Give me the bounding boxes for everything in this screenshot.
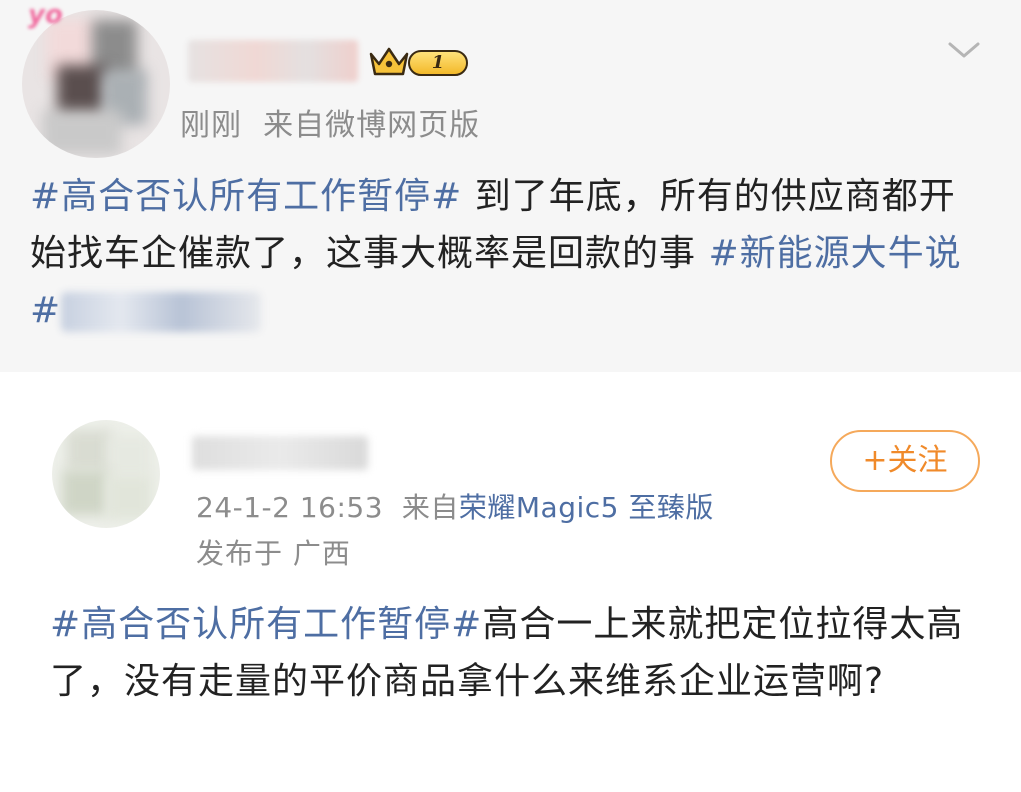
post-time: 刚刚 — [180, 108, 242, 143]
avatar-frame-logo: yo — [28, 0, 63, 30]
post-meta: 刚刚 来自微博网页版 — [180, 100, 480, 144]
topic-link[interactable]: #高合否认所有工作暂停# — [50, 604, 482, 645]
blurred-topic — [61, 292, 262, 332]
avatar-blur-block — [107, 475, 152, 520]
avatar-blur-block — [62, 470, 107, 515]
post-source: 来自微博网页版 — [263, 108, 481, 143]
username-blurred[interactable] — [192, 436, 368, 470]
username-blurred[interactable] — [188, 40, 358, 82]
crown-icon — [369, 47, 409, 76]
vip-level: 1 — [408, 50, 468, 76]
user-avatar-blurred[interactable] — [52, 420, 160, 528]
source-prefix: 来自 — [401, 491, 459, 524]
follow-button[interactable]: +关注 — [830, 430, 980, 492]
post-time: 24-1-2 16:53 — [196, 491, 384, 524]
avatar-blur-block — [107, 435, 152, 475]
weibo-post-2: +关注 24-1-2 16:53 来自荣耀Magic5 至臻版 发布于 广西 #… — [0, 372, 1021, 792]
post-source-link[interactable]: 荣耀Magic5 至臻版 — [459, 491, 714, 524]
topic-link[interactable]: #高合否认所有工作暂停# — [30, 176, 462, 217]
weibo-post-1: yo 1 刚刚 来自微博网页版 #高合否认所有工作暂停# 到了年底，所有的供应商… — [0, 0, 1021, 372]
post-location: 发布于 广西 — [196, 537, 351, 570]
avatar-blur-block — [42, 110, 122, 155]
vip-badge[interactable]: 1 — [368, 44, 472, 78]
avatar-blur-block — [67, 430, 112, 470]
post-meta: 24-1-2 16:53 来自荣耀Magic5 至臻版 — [196, 486, 714, 526]
post-body: #高合否认所有工作暂停#高合一上来就把定位拉得太高了，没有走量的平价商品拿什么来… — [50, 596, 990, 710]
chevron-down-icon[interactable] — [944, 36, 984, 64]
post-body: #高合否认所有工作暂停# 到了年底，所有的供应商都开始找车企催款了，这事大概率是… — [30, 168, 990, 339]
